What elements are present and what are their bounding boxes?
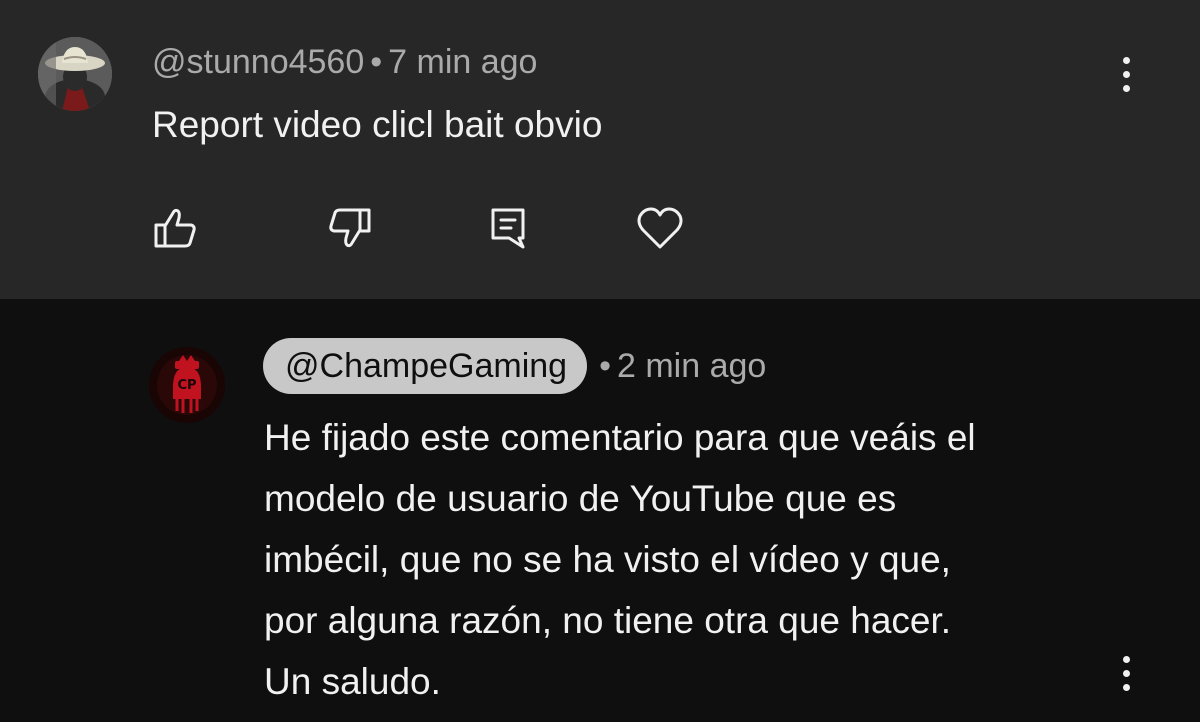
comment-text: He fijado este comentario para que veáis… (264, 407, 1144, 712)
like-button[interactable] (147, 200, 203, 256)
heart-icon (637, 207, 683, 249)
more-options-button[interactable] (1111, 52, 1141, 96)
reply-comment-icon (491, 208, 525, 249)
kebab-dot (1122, 70, 1130, 78)
comment-text-line: He fijado este comentario para que veáis… (264, 417, 976, 458)
comment-text: Report video clicl bait obvio (152, 104, 603, 145)
avatar[interactable] (38, 37, 112, 111)
reply-button[interactable] (480, 200, 536, 256)
comment-text-line: modelo de usuario de YouTube que es (264, 478, 897, 519)
parent-comment: @stunno4560 • 7 min ago Report video clicl… (0, 0, 1200, 299)
channel-logo-icon: CP (149, 347, 225, 423)
comment-meta: • 2 min ago (599, 347, 766, 386)
dislike-button[interactable] (322, 200, 378, 256)
profile-photo-icon (38, 37, 112, 111)
separator-dot: • (599, 346, 611, 385)
comment-text-line: Un saludo. (264, 661, 441, 702)
avatar[interactable]: CP (149, 347, 225, 423)
separator-dot: • (370, 43, 383, 81)
timestamp: 7 min ago (388, 43, 538, 81)
reply-comment: CP @ChampeGaming • 2 min ago He fijado es… (0, 299, 1200, 722)
timestamp: 2 min ago (616, 346, 767, 385)
channel-owner-badge[interactable]: @ChampeGaming (263, 338, 588, 394)
comment-header: @ChampeGaming • 2 min ago (263, 338, 766, 394)
comment-text-line: por alguna razón, no tiene otra que hace… (264, 600, 952, 641)
thumbs-up-icon (154, 208, 196, 248)
comments-page: @stunno4560 • 7 min ago Report video clicl… (0, 0, 1200, 722)
heart-button[interactable] (632, 200, 688, 256)
logo-text: CP (177, 378, 196, 393)
kebab-dot (1122, 56, 1130, 64)
thumbs-down-icon (329, 208, 371, 248)
kebab-dot (1122, 84, 1130, 92)
author-name[interactable]: @stunno4560 (152, 43, 364, 81)
comment-header: @stunno4560 • 7 min ago (152, 40, 537, 84)
comment-actions (0, 200, 1200, 256)
comment-text-line: imbécil, que no se ha visto el vídeo y q… (264, 539, 951, 580)
